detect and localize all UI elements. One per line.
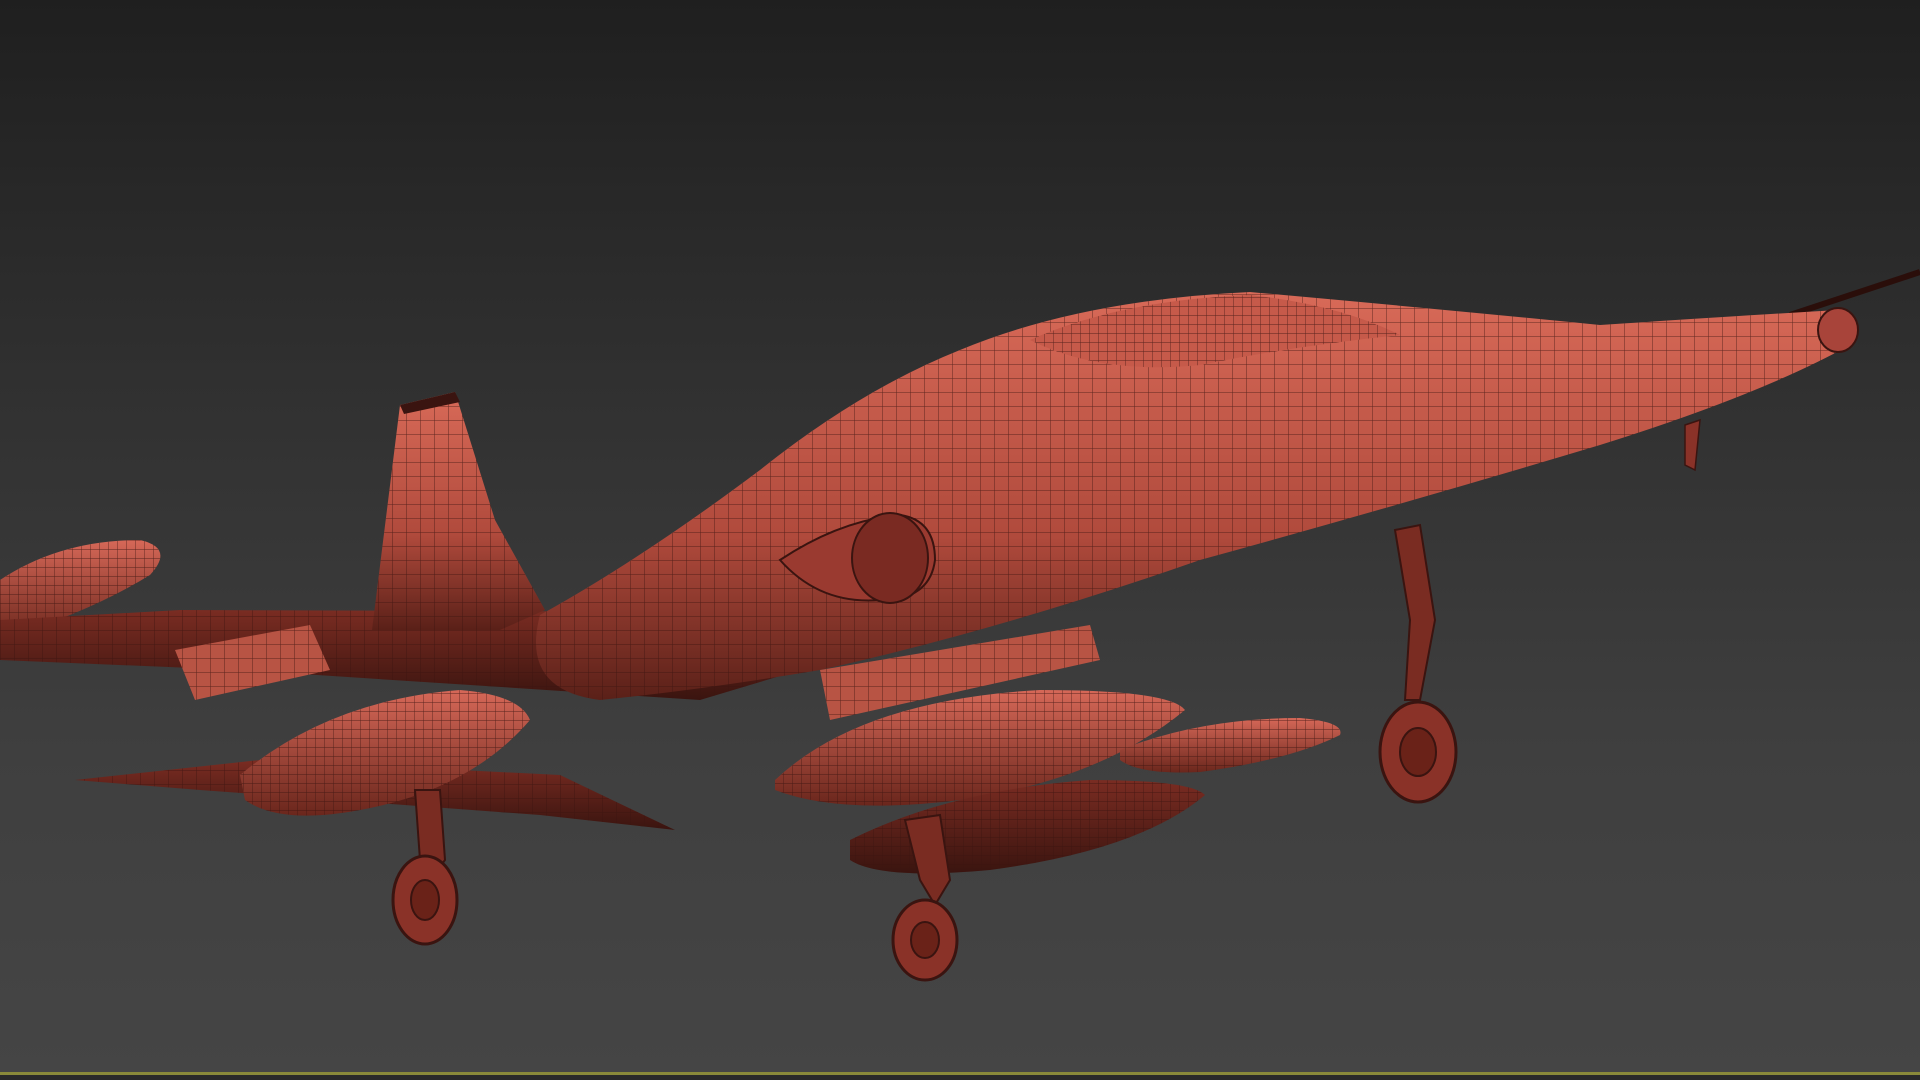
vertical-tail-fin bbox=[372, 392, 545, 630]
nose-landing-gear bbox=[1378, 523, 1458, 804]
main-landing-gear-left bbox=[391, 789, 459, 946]
nose-antenna bbox=[1684, 418, 1701, 472]
status-strip bbox=[0, 1075, 1920, 1080]
aircraft-model[interactable] bbox=[0, 0, 1920, 1072]
pitot-probe bbox=[1789, 269, 1920, 318]
3d-viewport[interactable] bbox=[0, 0, 1920, 1072]
